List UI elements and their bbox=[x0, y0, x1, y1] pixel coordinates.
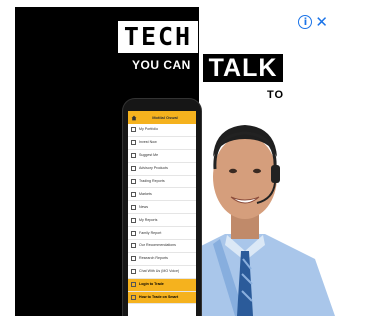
menu-item[interactable]: Advisory Products bbox=[128, 163, 196, 176]
login-icon bbox=[131, 282, 136, 288]
headline-talk: TALK bbox=[203, 54, 283, 82]
menu-item-label: Family Report bbox=[139, 230, 162, 235]
close-icon[interactable]: ✕ bbox=[315, 15, 328, 30]
menu-item[interactable]: Invest Now bbox=[128, 137, 196, 150]
app-menu: My Portfolio Invest Now Suggest Me Advisory… bbox=[128, 124, 196, 305]
menu-item-label: Login to Trade bbox=[139, 282, 164, 287]
advisory-icon bbox=[131, 166, 136, 172]
menu-item[interactable]: Chat With Us (MO Voice) bbox=[128, 266, 196, 279]
recommendation-icon bbox=[131, 243, 136, 249]
headline-tech: TECH bbox=[118, 21, 198, 53]
app-header: Motilal Oswal bbox=[128, 111, 196, 124]
menu-item[interactable]: Markets bbox=[128, 188, 196, 202]
menu-item[interactable]: My Portfolio bbox=[128, 124, 196, 137]
menu-item[interactable]: Research Reports bbox=[128, 253, 196, 266]
menu-item-label: Trading Reports bbox=[139, 179, 165, 183]
menu-item[interactable]: How to Trade on Smart bbox=[128, 291, 196, 305]
app-title: Motilal Oswal bbox=[152, 115, 178, 120]
menu-item-label: How to Trade on Smart bbox=[139, 295, 179, 300]
menu-item[interactable]: News bbox=[128, 201, 196, 215]
chart-icon bbox=[131, 179, 136, 184]
reports-icon bbox=[131, 217, 136, 223]
family-icon bbox=[131, 230, 136, 236]
phone-screen: Motilal Oswal My Portfolio Invest Now Sugg… bbox=[128, 111, 196, 316]
menu-item-label: Chat With Us (MO Voice) bbox=[139, 269, 180, 274]
info-icon[interactable]: i bbox=[298, 15, 313, 29]
bulb-icon bbox=[131, 153, 136, 159]
menu-item[interactable]: Trading Reports bbox=[128, 176, 196, 189]
menu-item-label: My Portfolio bbox=[139, 127, 158, 132]
menu-item-label: Suggest Me bbox=[139, 153, 159, 158]
menu-item[interactable]: My Reports bbox=[128, 214, 196, 228]
markets-icon bbox=[131, 191, 136, 197]
menu-item[interactable]: Family Report bbox=[128, 227, 196, 241]
menu-item-label: Markets bbox=[139, 191, 152, 196]
portfolio-icon bbox=[131, 127, 136, 133]
menu-item-label: Advisory Products bbox=[139, 166, 168, 171]
menu-item-label: Research Reports bbox=[139, 256, 168, 261]
research-icon bbox=[131, 256, 136, 262]
ad-choices-controls: i ✕ bbox=[298, 15, 328, 30]
news-icon bbox=[131, 204, 136, 210]
menu-item-label: Our Recommendations bbox=[139, 243, 176, 248]
help-icon bbox=[131, 295, 136, 301]
advertisement[interactable]: TECH YOU CAN TALK TO Motilal Oswal My Po… bbox=[15, 7, 335, 316]
menu-item-label: News bbox=[139, 204, 148, 209]
menu-item[interactable]: Suggest Me bbox=[128, 150, 196, 163]
headline-you-can: YOU CAN bbox=[132, 58, 191, 72]
menu-item-label: My Reports bbox=[139, 217, 158, 222]
menu-item[interactable]: Our Recommendations bbox=[128, 240, 196, 253]
chat-icon bbox=[131, 269, 136, 275]
menu-item[interactable]: Login to Trade bbox=[128, 278, 196, 292]
phone-mockup: Motilal Oswal My Portfolio Invest Now Sugg… bbox=[123, 99, 201, 316]
menu-item-label: Invest Now bbox=[139, 140, 157, 145]
invest-icon bbox=[131, 140, 136, 146]
